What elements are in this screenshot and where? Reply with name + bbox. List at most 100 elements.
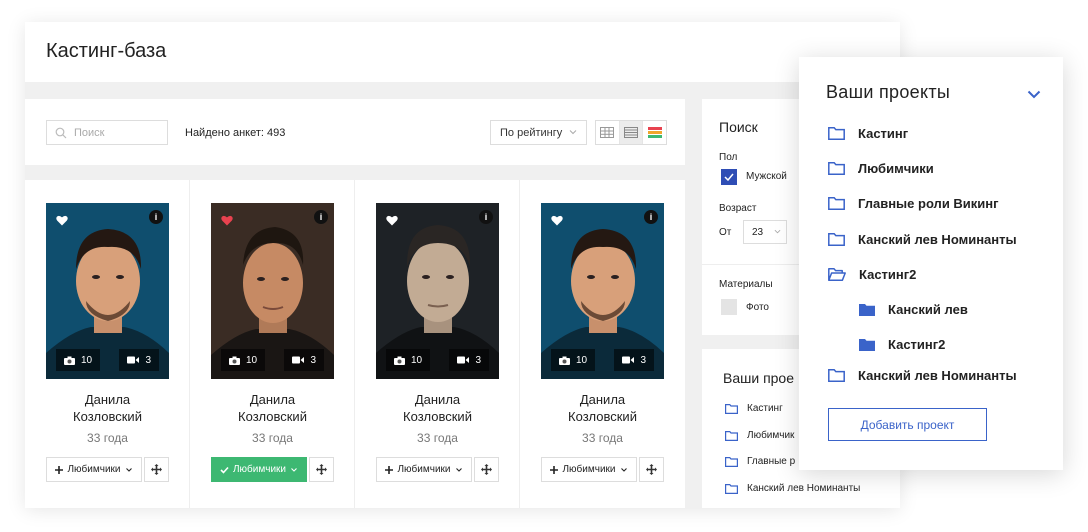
photo-count-badge: 10	[56, 349, 101, 371]
table-view-button[interactable]	[596, 121, 620, 144]
project-item[interactable]: Канский лев Номинанты	[725, 483, 860, 494]
project-item[interactable]: Любимчики	[828, 161, 934, 176]
checkmark-icon	[724, 173, 734, 181]
project-item[interactable]: Кастинг	[828, 126, 908, 141]
project-item[interactable]: Главные р	[725, 456, 795, 467]
actor-cards-list: i 10 3 Данила Козловский 33 года Любимчик…	[25, 180, 685, 508]
subproject-item[interactable]: Канский лев	[859, 302, 968, 317]
heart-icon[interactable]	[386, 213, 398, 231]
photo-count: 10	[576, 354, 588, 366]
search-input[interactable]	[74, 121, 164, 144]
gender-male-label: Мужской	[746, 171, 787, 182]
project-label: Главные р	[747, 456, 796, 467]
project-label: Канский лев Номинанты	[858, 368, 1017, 383]
actor-photo[interactable]: i 10 3	[211, 203, 334, 379]
actor-photo[interactable]: i 10 3	[46, 203, 169, 379]
actor-last-name: Козловский	[238, 409, 307, 424]
video-count-badge: 3	[119, 349, 159, 371]
projects-panel-title: Ваши прое	[723, 370, 795, 386]
materials-photo-checkbox[interactable]	[721, 299, 737, 315]
actor-name[interactable]: Данила Козловский	[25, 391, 190, 425]
video-count-badge: 3	[449, 349, 489, 371]
materials-label: Материалы	[719, 279, 773, 290]
project-label: Кастинг	[858, 126, 909, 141]
folder-outline-icon	[725, 456, 738, 467]
gender-male-checkbox[interactable]	[721, 169, 737, 185]
color-grid-view-button[interactable]	[643, 121, 666, 144]
folder-outline-icon	[828, 369, 845, 382]
photo-count-badge: 10	[221, 349, 266, 371]
project-label: Кастинг	[747, 403, 783, 414]
subproject-item[interactable]: Кастинг2	[859, 337, 945, 352]
add-project-button[interactable]: Добавить проект	[828, 408, 987, 441]
casting-app: Кастинг-база Найдено анкет: 493 По рейти…	[25, 22, 900, 508]
heart-icon[interactable]	[56, 213, 68, 231]
add-to-favorites-button[interactable]: Любимчики	[541, 457, 637, 482]
search-box[interactable]	[46, 120, 168, 145]
project-item[interactable]: Канский лев Номинанты	[828, 232, 1017, 247]
actor-age: 33 года	[252, 431, 293, 445]
actor-first-name: Данила	[579, 392, 626, 407]
favorites-label: Любимчики	[397, 464, 451, 475]
actor-age: 33 года	[417, 431, 458, 445]
video-camera-icon	[457, 356, 470, 364]
actor-photo[interactable]: i 10 3	[376, 203, 499, 379]
add-to-favorites-button[interactable]: Любимчики	[211, 457, 307, 482]
project-item[interactable]: Канский лев Номинанты	[828, 368, 1017, 383]
photo-count: 10	[411, 354, 423, 366]
actor-first-name: Данила	[414, 392, 461, 407]
favorites-label: Любимчики	[562, 464, 616, 475]
sort-select[interactable]: По рейтингу	[490, 120, 587, 145]
page-title: Кастинг-база	[46, 40, 167, 62]
photo-count: 10	[246, 354, 258, 366]
actor-photo[interactable]: i 10 3	[541, 203, 664, 379]
favorites-label: Любимчики	[67, 464, 121, 475]
actor-name[interactable]: Данила Козловский	[190, 391, 355, 425]
folder-outline-icon	[725, 403, 738, 414]
heart-icon[interactable]	[551, 213, 563, 231]
chevron-down-icon	[774, 227, 781, 238]
color-grid-view-icon	[647, 127, 662, 138]
video-camera-icon	[292, 356, 305, 364]
page-header: Кастинг-база	[25, 22, 900, 82]
project-item[interactable]: Кастинг	[725, 403, 783, 414]
photo-count-badge: 10	[551, 349, 596, 371]
move-button[interactable]	[309, 457, 334, 482]
project-label: Канский лев Номинанты	[747, 483, 861, 494]
move-button[interactable]	[639, 457, 664, 482]
info-icon[interactable]: i	[149, 210, 163, 224]
move-arrows-icon	[481, 464, 492, 475]
project-item[interactable]: Главные роли Викинг	[828, 196, 999, 211]
add-to-favorites-button[interactable]: Любимчики	[46, 457, 142, 482]
gender-label: Пол	[719, 152, 738, 163]
move-arrows-icon	[316, 464, 327, 475]
actor-name[interactable]: Данила Козловский	[355, 391, 520, 425]
heart-icon[interactable]	[221, 213, 233, 231]
folder-filled-icon	[859, 303, 875, 316]
info-icon[interactable]: i	[644, 210, 658, 224]
view-mode-switcher	[595, 120, 667, 145]
folder-outline-icon	[828, 127, 845, 140]
actor-name[interactable]: Данила Козловский	[520, 391, 685, 425]
move-button[interactable]	[144, 457, 169, 482]
chevron-down-icon[interactable]	[1027, 86, 1041, 104]
age-from-select[interactable]: 23	[743, 220, 787, 244]
add-to-favorites-button[interactable]: Любимчики	[376, 457, 472, 482]
folder-outline-icon	[828, 197, 845, 210]
info-icon[interactable]: i	[479, 210, 493, 224]
materials-photo-label: Фото	[746, 302, 769, 313]
move-button[interactable]	[474, 457, 499, 482]
folder-outline-icon	[828, 162, 845, 175]
info-icon[interactable]: i	[314, 210, 328, 224]
project-item[interactable]: Любимчик	[725, 430, 794, 441]
project-item-expanded[interactable]: Кастинг2	[828, 267, 916, 282]
video-count: 3	[145, 354, 151, 366]
list-view-button[interactable]	[619, 121, 644, 144]
sort-label: По рейтингу	[500, 127, 563, 139]
folder-filled-icon	[859, 338, 875, 351]
video-count-badge: 3	[614, 349, 654, 371]
video-count: 3	[310, 354, 316, 366]
project-label: Канский лев Номинанты	[858, 232, 1017, 247]
move-arrows-icon	[151, 464, 162, 475]
folder-open-icon	[828, 268, 846, 281]
